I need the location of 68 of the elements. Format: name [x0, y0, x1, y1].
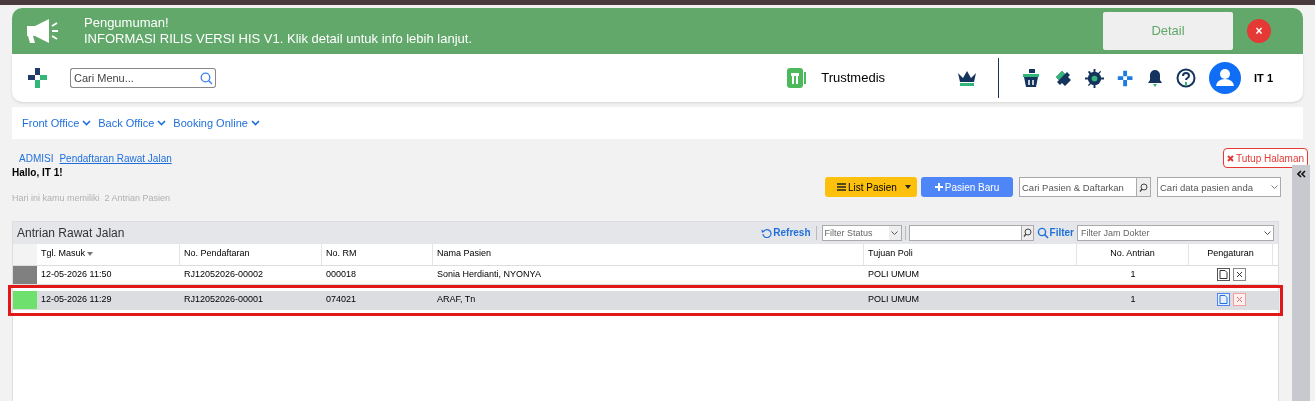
plus-icon: [934, 183, 943, 191]
breadcrumb-link[interactable]: Pendaftaran Rawat Jalan: [59, 150, 172, 166]
search-icon[interactable]: [1137, 177, 1151, 197]
register-search-field[interactable]: Cari Pasien & Daftarkan: [1019, 177, 1137, 197]
list-icon: [837, 183, 846, 191]
collapse-icon[interactable]: [1296, 170, 1306, 178]
table-cell: 074021: [326, 293, 357, 304]
chevron-down-icon: [157, 120, 167, 126]
close-icon: [1235, 296, 1243, 303]
column-header: Pengaturan: [1207, 247, 1254, 261]
column-header: Nama Pasien: [437, 247, 492, 261]
detail-button[interactable]: Detail: [1103, 12, 1233, 50]
list-patient-button[interactable]: List Pasien: [825, 177, 917, 197]
document-icon: [1218, 295, 1228, 304]
nav-menu[interactable]: Booking Online: [173, 114, 260, 132]
puzzle-icon[interactable]: [1054, 69, 1073, 87]
user-name: IT 1: [1254, 70, 1273, 86]
refresh-link[interactable]: Refresh: [761, 225, 811, 240]
table-cell: Sonia Herdianti, NYONYA: [437, 268, 541, 279]
brand-logo-icon: [787, 68, 808, 88]
column-header: No. Pendaftaran: [184, 247, 250, 261]
refresh-icon: [761, 227, 773, 238]
table-cell: 12-05-2026 11:29: [41, 293, 112, 304]
announcement-title: Pengumuman!: [84, 15, 170, 31]
search-icon: [1036, 226, 1049, 239]
column-header[interactable]: Tgl. Masuk: [41, 247, 85, 261]
new-patient-button[interactable]: Pasien Baru: [921, 177, 1013, 197]
filter-search-field[interactable]: [908, 224, 1022, 241]
table-cell: 1: [1130, 293, 1136, 304]
panel-title: Antrian Rawat Jalan: [17, 224, 125, 242]
column-header: No. Antrian: [1110, 247, 1155, 261]
table-cell: RJ12052026-00001: [184, 293, 264, 304]
filter-link[interactable]: Filter: [1036, 225, 1074, 240]
table-cell: POLI UMUM: [868, 268, 919, 279]
close-icon: [1227, 154, 1234, 162]
megaphone-icon: [25, 18, 59, 44]
table-cell: 1: [1130, 268, 1136, 279]
close-icon: [1235, 271, 1243, 278]
logo-icon: [27, 67, 49, 89]
help-icon[interactable]: [1176, 68, 1197, 88]
table-cell: POLI UMUM: [868, 293, 919, 304]
basket-icon[interactable]: [1021, 68, 1042, 88]
close-button[interactable]: ×: [1247, 19, 1271, 43]
column-header: No. RM: [326, 247, 357, 261]
chevron-down-icon: [82, 120, 92, 126]
column-header: Tujuan Poli: [868, 247, 913, 261]
close-page-button[interactable]: Tutup Halaman: [1223, 148, 1308, 168]
table-cell: RJ12052026-00002: [184, 268, 264, 279]
edit-button[interactable]: [1216, 268, 1230, 281]
document-icon: [1218, 270, 1228, 279]
breadcrumb-link[interactable]: ADMISI: [19, 150, 54, 166]
table-cell: 12-05-2026 11:50: [41, 268, 112, 279]
crown-icon: [957, 70, 978, 86]
plus-icon[interactable]: [1117, 69, 1135, 87]
nav-menu[interactable]: Back Office: [98, 114, 167, 132]
delete-button[interactable]: [1232, 268, 1246, 281]
brand-name: Trustmedis: [821, 69, 886, 88]
announcement-message: INFORMASI RILIS VERSI HIS V1. Klik detail untuk info lebih lanjut.: [84, 31, 472, 47]
settings-icon[interactable]: [1085, 68, 1105, 88]
table-cell: 000018: [326, 268, 357, 279]
sort-icon: [87, 252, 93, 256]
caret-icon: [905, 185, 911, 189]
nav-menu[interactable]: Front Office: [22, 114, 92, 132]
greeting-text: Hallo, IT 1!: [12, 166, 63, 180]
table-cell: ARAF, Tn: [437, 293, 476, 304]
notification-icon[interactable]: [1147, 69, 1164, 87]
chevron-down-icon: [250, 120, 260, 126]
avatar-icon[interactable]: [1209, 62, 1242, 94]
